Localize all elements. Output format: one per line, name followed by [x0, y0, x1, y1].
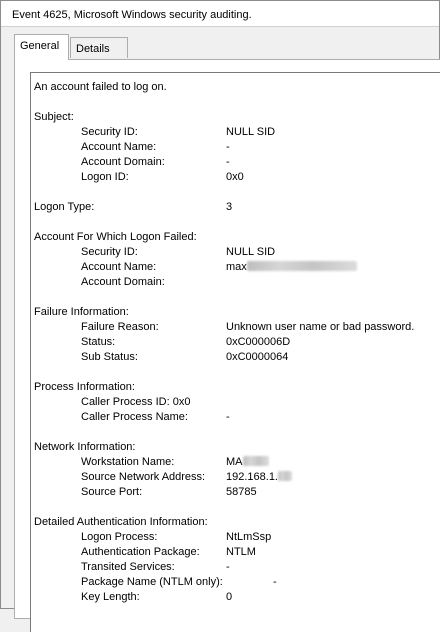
caller-process-name-label: Caller Process Name: [81, 411, 188, 423]
failed-security-id-value: NULL SID [226, 246, 276, 258]
auth-heading: Detailed Authentication Information: [34, 516, 208, 528]
key-length-label: Key Length: [81, 591, 140, 603]
failure-reason-value: Unknown user name or bad password. [226, 321, 415, 333]
redacted-blur [278, 471, 292, 481]
source-port-label: Source Port: [81, 486, 143, 498]
failure-heading: Failure Information: [34, 306, 129, 318]
subject-heading: Subject: [34, 111, 74, 123]
network-heading: Network Information: [34, 441, 136, 453]
workstation-name-text: MA [226, 456, 243, 468]
title-bar: Event 4625, Microsoft Windows security a… [1, 1, 439, 27]
workstation-name-label: Workstation Name: [81, 456, 175, 468]
subject-logon-id-label: Logon ID: [81, 171, 129, 183]
event-summary: An account failed to log on. [34, 81, 167, 93]
logon-type-value: 3 [226, 201, 233, 213]
source-port-value: 58785 [226, 486, 257, 498]
event-properties-window: Event 4625, Microsoft Windows security a… [0, 0, 440, 632]
key-length-value: 0 [226, 591, 233, 603]
source-address-text: 192.168.1. [226, 471, 278, 483]
source-address-value: 192.168.1. [226, 470, 292, 484]
caller-process-id-label: Caller Process ID: 0x0 [81, 395, 190, 409]
package-name-label: Package Name (NTLM only): [81, 576, 223, 588]
logon-type-label: Logon Type: [34, 201, 95, 213]
auth-package-value: NTLM [226, 546, 256, 558]
workstation-name-value: MA [226, 455, 269, 469]
package-name-value: - [273, 576, 277, 588]
failed-account-name-value: max [226, 260, 357, 274]
subject-security-id-value: NULL SID [226, 126, 276, 138]
failed-account-heading: Account For Which Logon Failed: [34, 231, 197, 243]
event-description-textbox[interactable]: An account failed to log on. Subject: Se… [30, 72, 440, 632]
tab-general[interactable]: General [14, 34, 69, 60]
subject-logon-id-value: 0x0 [226, 171, 244, 183]
redacted-blur [242, 456, 269, 466]
failed-account-name-label: Account Name: [81, 261, 157, 273]
transited-services-label: Transited Services: [81, 561, 175, 573]
process-heading: Process Information: [34, 381, 135, 393]
logon-process-label: Logon Process: [81, 531, 158, 543]
status-value: 0xC000006D [226, 336, 291, 348]
failed-security-id-label: Security ID: [81, 246, 138, 258]
auth-package-label: Authentication Package: [81, 546, 200, 558]
sub-status-value: 0xC0000064 [226, 351, 289, 363]
failed-account-name-text: max [226, 261, 247, 273]
subject-account-domain-value: - [226, 156, 230, 168]
window-title: Event 4625, Microsoft Windows security a… [12, 9, 252, 21]
caller-process-id-value: 0x0 [172, 396, 191, 408]
failed-account-domain-label: Account Domain: [81, 276, 165, 288]
status-label: Status: [81, 336, 116, 348]
tab-details[interactable]: Details [70, 37, 128, 58]
general-tab-panel: An account failed to log on. Subject: Se… [14, 59, 440, 632]
caller-process-name-value: - [226, 411, 230, 423]
transited-services-value: - [226, 561, 230, 573]
logon-process-value: NtLmSsp [226, 531, 272, 543]
subject-account-name-value: - [226, 141, 230, 153]
subject-account-name-label: Account Name: [81, 141, 157, 153]
failure-reason-label: Failure Reason: [81, 321, 159, 333]
caller-process-id-label-text: Caller Process ID: [81, 396, 170, 408]
source-address-label: Source Network Address: [81, 471, 206, 483]
sub-status-label: Sub Status: [81, 351, 138, 363]
redacted-blur [246, 261, 357, 271]
subject-account-domain-label: Account Domain: [81, 156, 165, 168]
subject-security-id-label: Security ID: [81, 126, 138, 138]
